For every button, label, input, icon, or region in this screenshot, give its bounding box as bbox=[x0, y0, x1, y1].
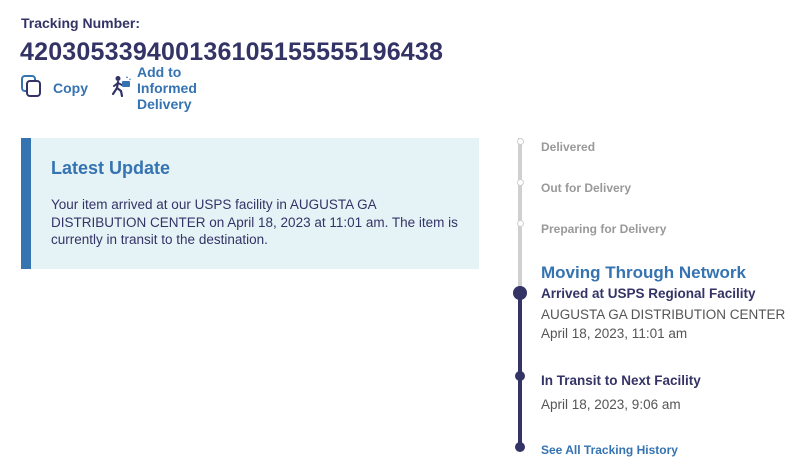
event-datetime: April 18, 2023, 11:01 am bbox=[541, 326, 688, 341]
timeline-step-out-for-delivery: Out for Delivery bbox=[541, 181, 632, 195]
tracking-number: 420305339400136105155555196438 bbox=[20, 38, 444, 66]
timeline-step-delivered: Delivered bbox=[541, 140, 596, 154]
event-title: In Transit to Next Facility bbox=[541, 373, 701, 388]
timeline-future-line bbox=[518, 138, 522, 293]
latest-update-card: Latest Update Your item arrived at our U… bbox=[21, 138, 479, 269]
timeline-dot-out-for-delivery bbox=[516, 179, 524, 186]
latest-update-body: Your item arrived at our USPS facility i… bbox=[51, 197, 458, 247]
timeline-dot-current bbox=[513, 286, 527, 300]
timeline-dot-preparing bbox=[516, 220, 524, 227]
mail-carrier-icon bbox=[111, 75, 133, 102]
tracking-number-label: Tracking Number: bbox=[21, 15, 141, 31]
copy-label: Copy bbox=[53, 80, 88, 96]
see-all-tracking-history-link[interactable]: See All Tracking History bbox=[541, 443, 678, 457]
timeline-step-preparing: Preparing for Delivery bbox=[541, 222, 667, 236]
copy-icon bbox=[21, 74, 41, 102]
event-location: AUGUSTA GA DISTRIBUTION CENTER bbox=[541, 307, 786, 322]
event-datetime: April 18, 2023, 9:06 am bbox=[541, 397, 681, 412]
timeline-dot-in-transit bbox=[515, 371, 525, 381]
event-title: Arrived at USPS Regional Facility bbox=[541, 286, 756, 301]
timeline-progress-line bbox=[518, 293, 522, 447]
latest-update-title: Latest Update bbox=[51, 158, 171, 178]
add-to-informed-delivery-label: Add to Informed Delivery bbox=[137, 64, 197, 112]
timeline-dot-history bbox=[515, 442, 525, 452]
timeline-dot-delivered bbox=[516, 138, 524, 145]
add-to-informed-delivery-button[interactable]: Add to Informed Delivery bbox=[111, 64, 197, 112]
current-status-heading: Moving Through Network bbox=[541, 263, 746, 282]
copy-button[interactable]: Copy bbox=[21, 74, 88, 102]
